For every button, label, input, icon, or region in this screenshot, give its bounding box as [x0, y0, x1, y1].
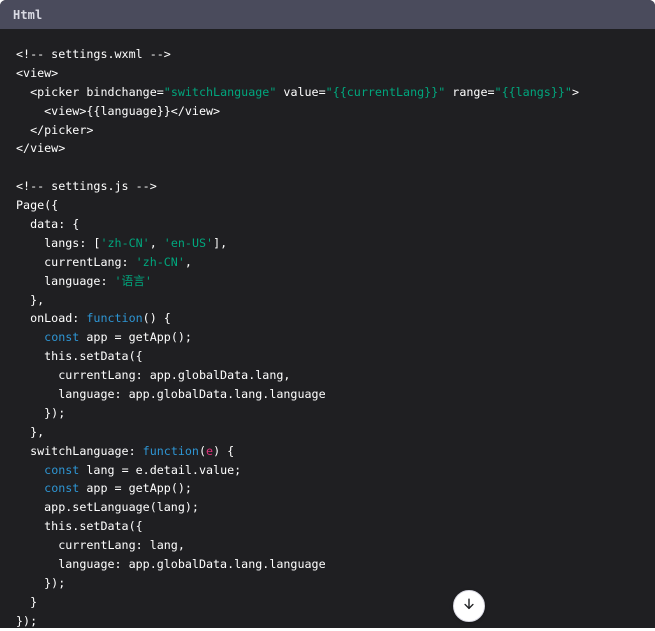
code-text[interactable]: <!-- settings.wxml --> <view> <picker bin… [16, 45, 639, 631]
code-line: } [16, 593, 639, 612]
code-line: app.setLanguage(lang); [16, 498, 639, 517]
code-line: this.setData({ [16, 517, 639, 536]
code-line: <picker bindchange="switchLanguage" valu… [16, 83, 639, 102]
code-block-header: Html [0, 0, 655, 29]
code-token-plain: }, [16, 292, 45, 307]
code-token-plain: value= [276, 84, 326, 99]
code-token-string: 'zh-CN' [135, 254, 185, 269]
code-language-label: Html [13, 7, 43, 22]
code-token-plain: Page({ [16, 198, 59, 213]
code-token-keyword: const [44, 481, 80, 496]
code-line: currentLang: 'zh-CN', [16, 253, 639, 272]
code-token-plain: language: app.globalData.lang.language [16, 557, 326, 572]
code-line: currentLang: lang, [16, 536, 639, 555]
scroll-to-bottom-button[interactable] [453, 590, 485, 622]
code-token-string: 'zh-CN' [100, 235, 150, 250]
code-line: </picker> [16, 121, 639, 140]
code-line: const app = getApp(); [16, 479, 639, 498]
code-token-plain: range= [445, 84, 495, 99]
code-token-plain: currentLang: app.globalData.lang, [16, 368, 291, 383]
code-token-plain: }); [16, 405, 66, 420]
code-line: <!-- settings.js --> [16, 177, 639, 196]
code-token-plain: <picker bindchange= [16, 84, 164, 99]
code-line: }); [16, 404, 639, 423]
code-token-plain: > [571, 84, 579, 99]
code-token-plain: this.setData({ [16, 349, 143, 364]
code-token-plain: langs: [ [16, 235, 101, 250]
code-token-keyword: function [142, 443, 199, 458]
code-token-string: "{{currentLang}}" [325, 84, 446, 99]
code-token-plain: app = getApp(); [79, 481, 192, 496]
code-token-plain: ], [213, 235, 228, 250]
code-token-plain: currentLang: lang, [16, 538, 185, 553]
code-token-plain: ) { [213, 443, 235, 458]
code-line: const app = getApp(); [16, 328, 639, 347]
code-line: <!-- settings.wxml --> [16, 45, 639, 64]
code-token-plain: </picker> [16, 122, 94, 137]
code-token-plain: switchLanguage: [16, 443, 143, 458]
code-token-plain: language: app.globalData.lang.language [16, 387, 326, 402]
code-token-keyword: const [44, 330, 80, 345]
code-token-string: '语言' [114, 273, 152, 288]
code-line: switchLanguage: function(e) { [16, 442, 639, 461]
code-line: </view> [16, 139, 639, 158]
code-line: language: app.globalData.lang.language [16, 385, 639, 404]
code-line: }); [16, 574, 639, 593]
code-token-plain: } [16, 594, 38, 609]
code-token-plain: currentLang: [16, 254, 136, 269]
code-token-string: "switchLanguage" [163, 84, 277, 99]
code-token-plain: <view> [16, 65, 59, 80]
code-line: }, [16, 291, 639, 310]
code-line: language: app.globalData.lang.language [16, 555, 639, 574]
code-token-plain: lang = e.detail.value; [79, 462, 242, 477]
code-token-plain: language: [16, 273, 115, 288]
code-token-plain: data: { [16, 217, 80, 232]
code-token-plain: ( [198, 443, 207, 458]
code-token-keyword: function [86, 311, 143, 326]
code-token-plain: this.setData({ [16, 519, 143, 534]
code-token-keyword: const [44, 462, 80, 477]
code-content[interactable]: <!-- settings.wxml --> <view> <picker bin… [0, 29, 655, 631]
code-line: Page({ [16, 196, 639, 215]
code-token-string: 'en-US' [163, 235, 214, 250]
code-line: language: '语言' [16, 272, 639, 291]
code-line: <view> [16, 64, 639, 83]
code-line: currentLang: app.globalData.lang, [16, 366, 639, 385]
code-token-plain: , [149, 235, 164, 250]
code-token-plain: app.setLanguage(lang); [16, 500, 199, 515]
code-line: this.setData({ [16, 347, 639, 366]
code-line: data: { [16, 215, 639, 234]
code-token-plain: <view>{{language}}</view> [16, 103, 221, 118]
arrow-down-icon [462, 597, 476, 616]
code-block: Html <!-- settings.wxml --> <view> <picke… [0, 0, 655, 631]
code-token-plain: }, [16, 424, 45, 439]
code-token-plain: }); [16, 613, 38, 628]
code-line: langs: ['zh-CN', 'en-US'], [16, 234, 639, 253]
code-token-param: e [206, 443, 214, 458]
code-line: }, [16, 423, 639, 442]
code-token-plain: </view> [16, 141, 66, 156]
code-token-plain: }); [16, 575, 66, 590]
code-line: onLoad: function() { [16, 309, 639, 328]
code-line: <view>{{language}}</view> [16, 102, 639, 121]
code-token-comment: <!-- settings.wxml --> [16, 47, 171, 61]
code-token-plain: app = getApp(); [79, 330, 192, 345]
code-token-string: "{{langs}}" [494, 84, 572, 99]
code-token-plain: () { [142, 311, 171, 326]
code-line: const lang = e.detail.value; [16, 461, 639, 480]
code-token-plain: , [184, 254, 192, 269]
code-token-plain: onLoad: [16, 311, 87, 326]
code-token-comment: <!-- settings.js --> [16, 179, 157, 194]
